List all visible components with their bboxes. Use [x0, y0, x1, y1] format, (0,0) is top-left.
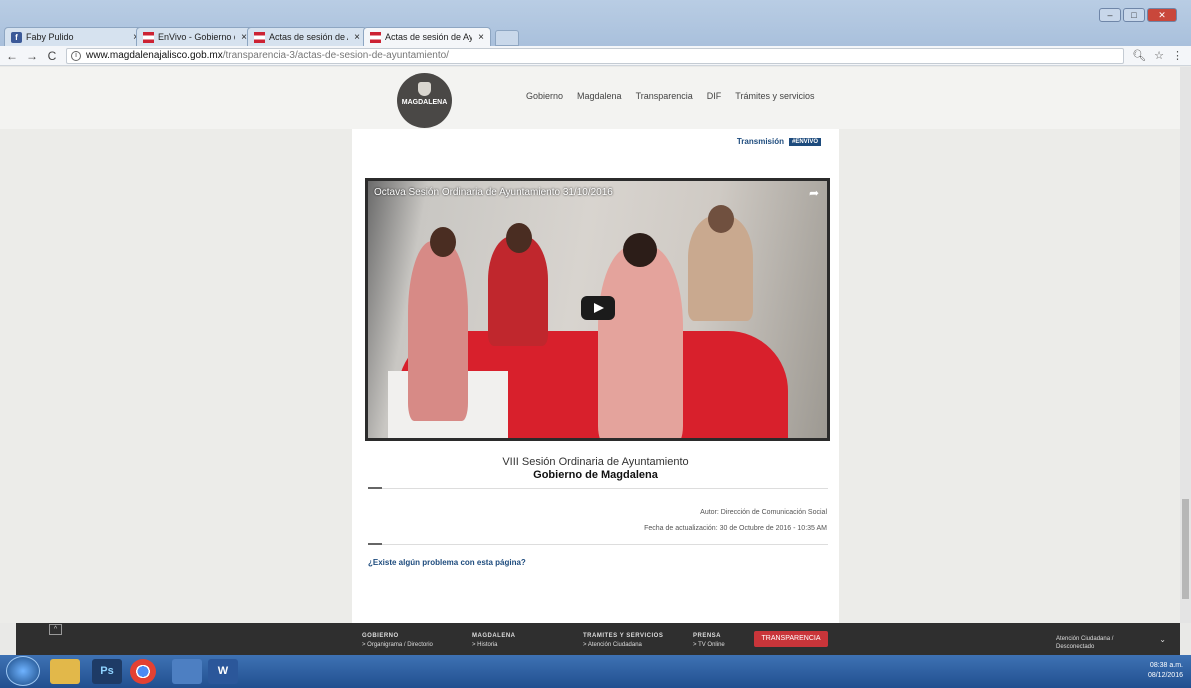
video-scene-head — [506, 223, 532, 253]
caption-line1: VIII Sesión Ordinaria de Ayuntamiento — [502, 456, 689, 468]
app-icon[interactable] — [172, 659, 202, 684]
back-icon[interactable]: ← — [4, 49, 20, 63]
report-problem-link[interactable]: ¿Existe algún problema con esta página? — [368, 558, 526, 567]
chrome-icon[interactable] — [130, 659, 156, 684]
tab-actas-active[interactable]: Actas de sesión de Ayun × — [363, 27, 491, 46]
transparencia-button[interactable]: TRANSPARENCIA — [754, 631, 828, 647]
url-host: www.magdalenajalisco.gob.mx — [86, 50, 223, 61]
video-scene-head — [623, 233, 657, 267]
atencion-line1: Atención Ciudadana / — [1056, 636, 1114, 642]
crest-icon — [418, 82, 431, 96]
footer-link[interactable]: > Atención Ciudadana — [583, 642, 663, 648]
gobierno-icon — [254, 31, 265, 43]
word-icon[interactable]: W — [208, 659, 238, 684]
window-controls: – □ ✕ — [1099, 8, 1177, 22]
video-scene-head — [430, 227, 456, 257]
footer-heading: MAGDALENA — [472, 633, 516, 639]
folder-icon[interactable] — [50, 659, 80, 684]
reload-icon[interactable]: C — [44, 49, 60, 63]
nav-tramites[interactable]: Trámites y servicios — [735, 91, 814, 101]
site-header: MAGDALENA Gobierno Magdalena Transparenc… — [0, 67, 1180, 129]
photoshop-icon[interactable]: Ps — [92, 659, 122, 684]
divider — [368, 543, 828, 545]
nav-magdalena[interactable]: Magdalena — [577, 91, 622, 101]
web-page: MAGDALENA Gobierno Magdalena Transparenc… — [0, 67, 1180, 636]
play-button[interactable] — [581, 296, 615, 320]
windows-taskbar: Ps W 08:38 a.m. 08/12/2016 — [0, 655, 1191, 688]
footer-link[interactable]: > Organigrama / Directorio — [362, 642, 433, 648]
maximize-icon[interactable]: □ — [1123, 8, 1145, 22]
new-tab-button[interactable] — [495, 30, 519, 46]
footer-heading: TRAMITES Y SERVICIOS — [583, 633, 664, 639]
gobierno-icon — [143, 31, 154, 43]
main-nav: Gobierno Magdalena Transparencia DIF Trá… — [526, 91, 814, 101]
site-logo[interactable]: MAGDALENA — [397, 73, 452, 128]
tab-close-icon[interactable]: × — [354, 32, 360, 43]
page-scrollbar[interactable] — [1180, 67, 1191, 623]
atencion-line2: Desconectado — [1056, 644, 1095, 650]
video-title[interactable]: Octava Sesión Ordinaria de Ayuntamiento … — [374, 187, 613, 198]
video-caption: VIII Sesión Ordinaria de Ayuntamiento Go… — [352, 456, 839, 481]
clock-time: 08:38 a.m. — [1149, 662, 1183, 669]
forward-icon[interactable]: → — [24, 49, 40, 63]
url-path: /transparencia-3/actas-de-sesion-de-ayun… — [222, 50, 449, 61]
share-icon[interactable]: ➦ — [809, 186, 819, 200]
gobierno-icon — [370, 31, 381, 43]
video-scene-person — [598, 246, 683, 438]
nav-dif[interactable]: DIF — [707, 91, 722, 101]
footer-link[interactable]: > Historia — [472, 642, 516, 648]
scrollbar-thumb[interactable] — [1182, 499, 1189, 599]
tab-envivo[interactable]: EnVivo - Gobierno de M × — [136, 27, 254, 46]
footer-col-tramites: TRAMITES Y SERVICIOS > Atención Ciudadan… — [583, 633, 663, 648]
tab-label: EnVivo - Gobierno de M — [158, 32, 235, 42]
tab-label: Actas de sesión de Ayun — [269, 32, 348, 42]
updated-text: Fecha de actualización: 30 de Octubre de… — [644, 525, 827, 532]
system-clock[interactable]: 08:38 a.m. 08/12/2016 — [1148, 661, 1183, 681]
bookmark-star-icon[interactable]: ☆ — [1154, 49, 1164, 62]
info-icon[interactable]: i — [71, 50, 81, 61]
minimize-icon[interactable]: – — [1099, 8, 1121, 22]
site-footer: ^ GOBIERNO > Organigrama / Directorio MA… — [16, 623, 1180, 655]
footer-col-prensa: PRENSA > TV Online — [693, 633, 725, 648]
video-scene-person — [408, 241, 468, 421]
transmision-link[interactable]: Transmisión #ENVIVO — [737, 137, 821, 146]
caption-line2: Gobierno de Magdalena — [533, 469, 658, 481]
zoom-icon[interactable]: 🔍︎ — [1132, 49, 1146, 62]
back-to-top-icon[interactable]: ^ — [49, 624, 62, 635]
start-button[interactable] — [6, 656, 40, 686]
atencion-ciudadana-status[interactable]: Atención Ciudadana / Desconectado — [1056, 635, 1113, 651]
footer-heading: PRENSA — [693, 633, 722, 639]
divider — [368, 487, 828, 489]
url-input[interactable]: i www.magdalenajalisco.gob.mx/transparen… — [66, 47, 1125, 64]
footer-col-gobierno: GOBIERNO > Organigrama / Directorio — [362, 633, 433, 648]
close-window-icon[interactable]: ✕ — [1147, 8, 1177, 22]
tab-actas[interactable]: Actas de sesión de Ayun × — [247, 27, 367, 46]
video-scene-head — [708, 205, 734, 233]
video-player[interactable]: Octava Sesión Ordinaria de Ayuntamiento … — [365, 178, 830, 441]
chevron-down-icon[interactable]: ⌄ — [1159, 635, 1166, 644]
tab-label: Faby Pulido — [26, 32, 74, 42]
content-card: Transmisión #ENVIVO Octava Sesión Ordina… — [352, 129, 839, 636]
tab-close-icon[interactable]: × — [478, 32, 484, 43]
footer-col-magdalena: MAGDALENA > Historia — [472, 633, 516, 648]
logo-text: MAGDALENA — [401, 99, 448, 106]
address-bar: ← → C i www.magdalenajalisco.gob.mx/tran… — [0, 46, 1191, 66]
tab-facebook[interactable]: f Faby Pulido × — [4, 27, 146, 46]
nav-transparencia[interactable]: Transparencia — [636, 91, 693, 101]
nav-gobierno[interactable]: Gobierno — [526, 91, 563, 101]
facebook-icon: f — [11, 31, 22, 43]
author-text: Autor: Dirección de Comunicación Social — [700, 509, 827, 516]
footer-link[interactable]: > TV Online — [693, 642, 725, 648]
browser-tab-bar: f Faby Pulido × EnVivo - Gobierno de M ×… — [0, 0, 1191, 46]
tab-label: Actas de sesión de Ayun — [385, 32, 473, 42]
clock-date: 08/12/2016 — [1147, 672, 1183, 679]
transmision-label: Transmisión — [736, 137, 784, 146]
menu-icon[interactable]: ⋮ — [1172, 49, 1183, 62]
footer-heading: GOBIERNO — [362, 633, 399, 639]
envivo-badge: #ENVIVO — [788, 137, 821, 146]
